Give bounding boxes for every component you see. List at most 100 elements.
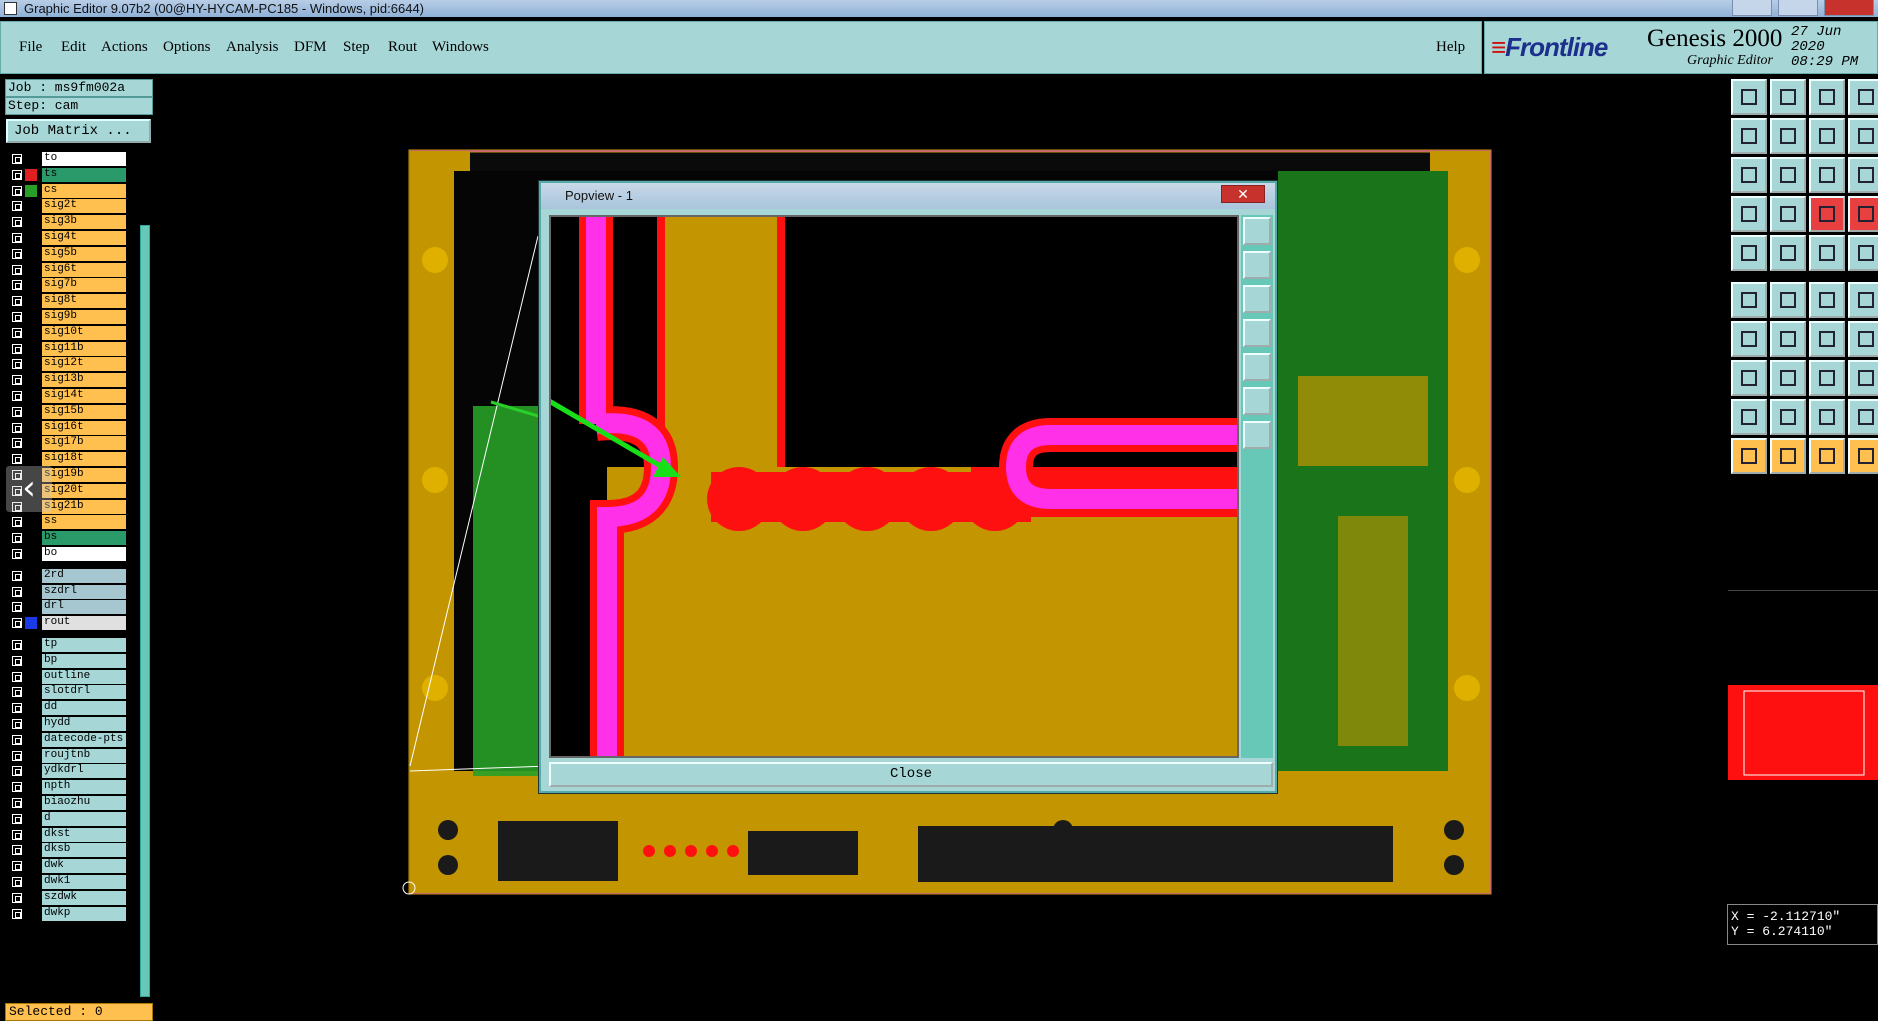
layer-name[interactable]: dwk (42, 859, 126, 874)
center-icon[interactable] (1770, 157, 1806, 193)
layer-checkbox[interactable] (12, 798, 22, 808)
layer-name[interactable]: sig10t (42, 325, 126, 340)
layer-name[interactable]: dwkp (42, 906, 126, 921)
layer-checkbox[interactable] (12, 734, 22, 745)
layer-name[interactable]: npth (42, 780, 126, 795)
layer-name[interactable]: outline (42, 669, 126, 684)
layer-checkbox[interactable] (12, 845, 22, 856)
layer-row-sig8t[interactable]: sig8t (8, 294, 126, 309)
layer-checkbox[interactable] (12, 782, 22, 793)
layer-name[interactable]: sig9b (42, 310, 126, 324)
menu-dfm[interactable]: DFM (294, 39, 327, 56)
layers-icon[interactable] (1809, 196, 1845, 232)
line-icon[interactable] (1770, 235, 1806, 271)
pan-up-icon[interactable] (1243, 251, 1271, 279)
layer-name[interactable]: bs (42, 531, 126, 546)
layer-checkbox[interactable] (12, 517, 22, 528)
layer-row-bo[interactable]: bo (8, 547, 126, 561)
triangle-icon[interactable] (1731, 399, 1767, 435)
layer-name[interactable]: biaozhu (42, 796, 126, 810)
layer-name[interactable]: rout (42, 616, 126, 631)
layer-row-npth[interactable]: npth (8, 780, 126, 795)
layer-name[interactable]: 2rd (42, 568, 126, 583)
undo-icon[interactable] (1809, 321, 1845, 357)
layer-checkbox[interactable] (12, 233, 22, 243)
help-icon[interactable] (1848, 157, 1878, 193)
layer-name[interactable]: drl (42, 600, 126, 615)
layer-name[interactable]: sig4t (42, 231, 126, 245)
layer-name[interactable]: sig2t (42, 199, 126, 214)
connect-icon[interactable] (1731, 282, 1767, 318)
slash-icon[interactable] (1770, 321, 1806, 357)
maximize-button[interactable] (1778, 0, 1818, 16)
layer-row-cs[interactable]: cs (8, 183, 126, 198)
layer-name[interactable]: sig15b (42, 404, 126, 419)
layer-checkbox[interactable] (12, 602, 22, 613)
layer-checkbox[interactable] (12, 454, 22, 465)
layer-checkbox[interactable] (12, 327, 22, 338)
open-job-icon[interactable] (1731, 79, 1767, 115)
window-icon[interactable] (1848, 79, 1878, 115)
layer-row-slotdrl[interactable]: slotdrl (8, 685, 126, 700)
layer-checkbox[interactable] (12, 217, 22, 228)
layer-checkbox[interactable] (12, 312, 22, 322)
dot-icon[interactable] (1848, 235, 1878, 271)
home-icon[interactable] (1809, 79, 1845, 115)
pointer-icon[interactable] (1770, 438, 1806, 474)
measure-icon[interactable] (1731, 360, 1767, 396)
layer-checkbox[interactable] (12, 406, 22, 417)
layer-row-rout[interactable]: rout (8, 616, 126, 631)
layer-checkbox[interactable] (12, 154, 22, 164)
menu-file[interactable]: File (19, 39, 42, 56)
menu-options[interactable]: Options (163, 39, 211, 56)
layer-checkbox[interactable] (12, 719, 22, 729)
layer-name[interactable]: sig11b (42, 341, 126, 356)
layer-checkbox[interactable] (12, 359, 22, 370)
layer-row-sig12t[interactable]: sig12t (8, 357, 126, 372)
layer-row-szdrl[interactable]: szdrl (8, 584, 126, 599)
overview-map[interactable] (1728, 590, 1878, 880)
layer-row-drl[interactable]: drl (8, 600, 126, 615)
layer-name[interactable]: ts (42, 167, 126, 182)
menu-rout[interactable]: Rout (388, 39, 417, 56)
edit-icon[interactable] (1809, 438, 1845, 474)
layer-name[interactable]: dksb (42, 843, 126, 858)
layer-row-sig14t[interactable]: sig14t (8, 389, 126, 403)
shield-icon[interactable] (1848, 399, 1878, 435)
layer-checkbox[interactable] (12, 671, 22, 682)
layer-row-sig7b[interactable]: sig7b (8, 278, 126, 293)
layer-checkbox[interactable] (12, 640, 22, 650)
layer-name[interactable]: sig16t (42, 420, 126, 435)
layer-name[interactable]: sig3b (42, 215, 126, 230)
layer-name[interactable]: sig6t (42, 262, 126, 277)
layer-name[interactable]: sig8t (42, 294, 126, 309)
layer-checkbox[interactable] (12, 169, 22, 180)
pan-left-icon[interactable] (1243, 319, 1271, 347)
layer-name[interactable]: sig5b (42, 246, 126, 261)
link-icon[interactable] (1848, 282, 1878, 318)
layer-name[interactable]: dwk1 (42, 875, 126, 889)
layer-name[interactable]: szdwk (42, 890, 126, 905)
zoom-in-icon[interactable] (1243, 217, 1271, 245)
layer-checkbox[interactable] (12, 422, 22, 433)
layer-checkbox[interactable] (12, 687, 22, 698)
layer-name[interactable]: cs (42, 183, 126, 198)
layer-row-roujtnb[interactable]: roujtnb (8, 748, 126, 763)
layer-name[interactable]: ydkdrl (42, 764, 126, 779)
layer-name[interactable]: sig20t (42, 483, 126, 498)
layer-name[interactable]: szdrl (42, 584, 126, 599)
layer-checkbox[interactable] (12, 908, 22, 919)
layer-checkbox[interactable] (12, 570, 22, 581)
layer-row-bp[interactable]: bp (8, 653, 126, 668)
layer-checkbox[interactable] (12, 391, 22, 401)
scale-icon[interactable] (1809, 157, 1845, 193)
layer-name[interactable]: tp (42, 638, 126, 652)
ratio-icon[interactable] (1809, 118, 1845, 154)
layer-checkbox[interactable] (12, 438, 22, 449)
layer-name[interactable]: hydd (42, 717, 126, 731)
layer-checkbox[interactable] (12, 343, 22, 354)
pad-icon[interactable] (1731, 235, 1767, 271)
layer-row-ydkdrl[interactable]: ydkdrl (8, 764, 126, 779)
layer-name[interactable]: sig17b (42, 436, 126, 451)
menu-edit[interactable]: Edit (61, 39, 86, 56)
